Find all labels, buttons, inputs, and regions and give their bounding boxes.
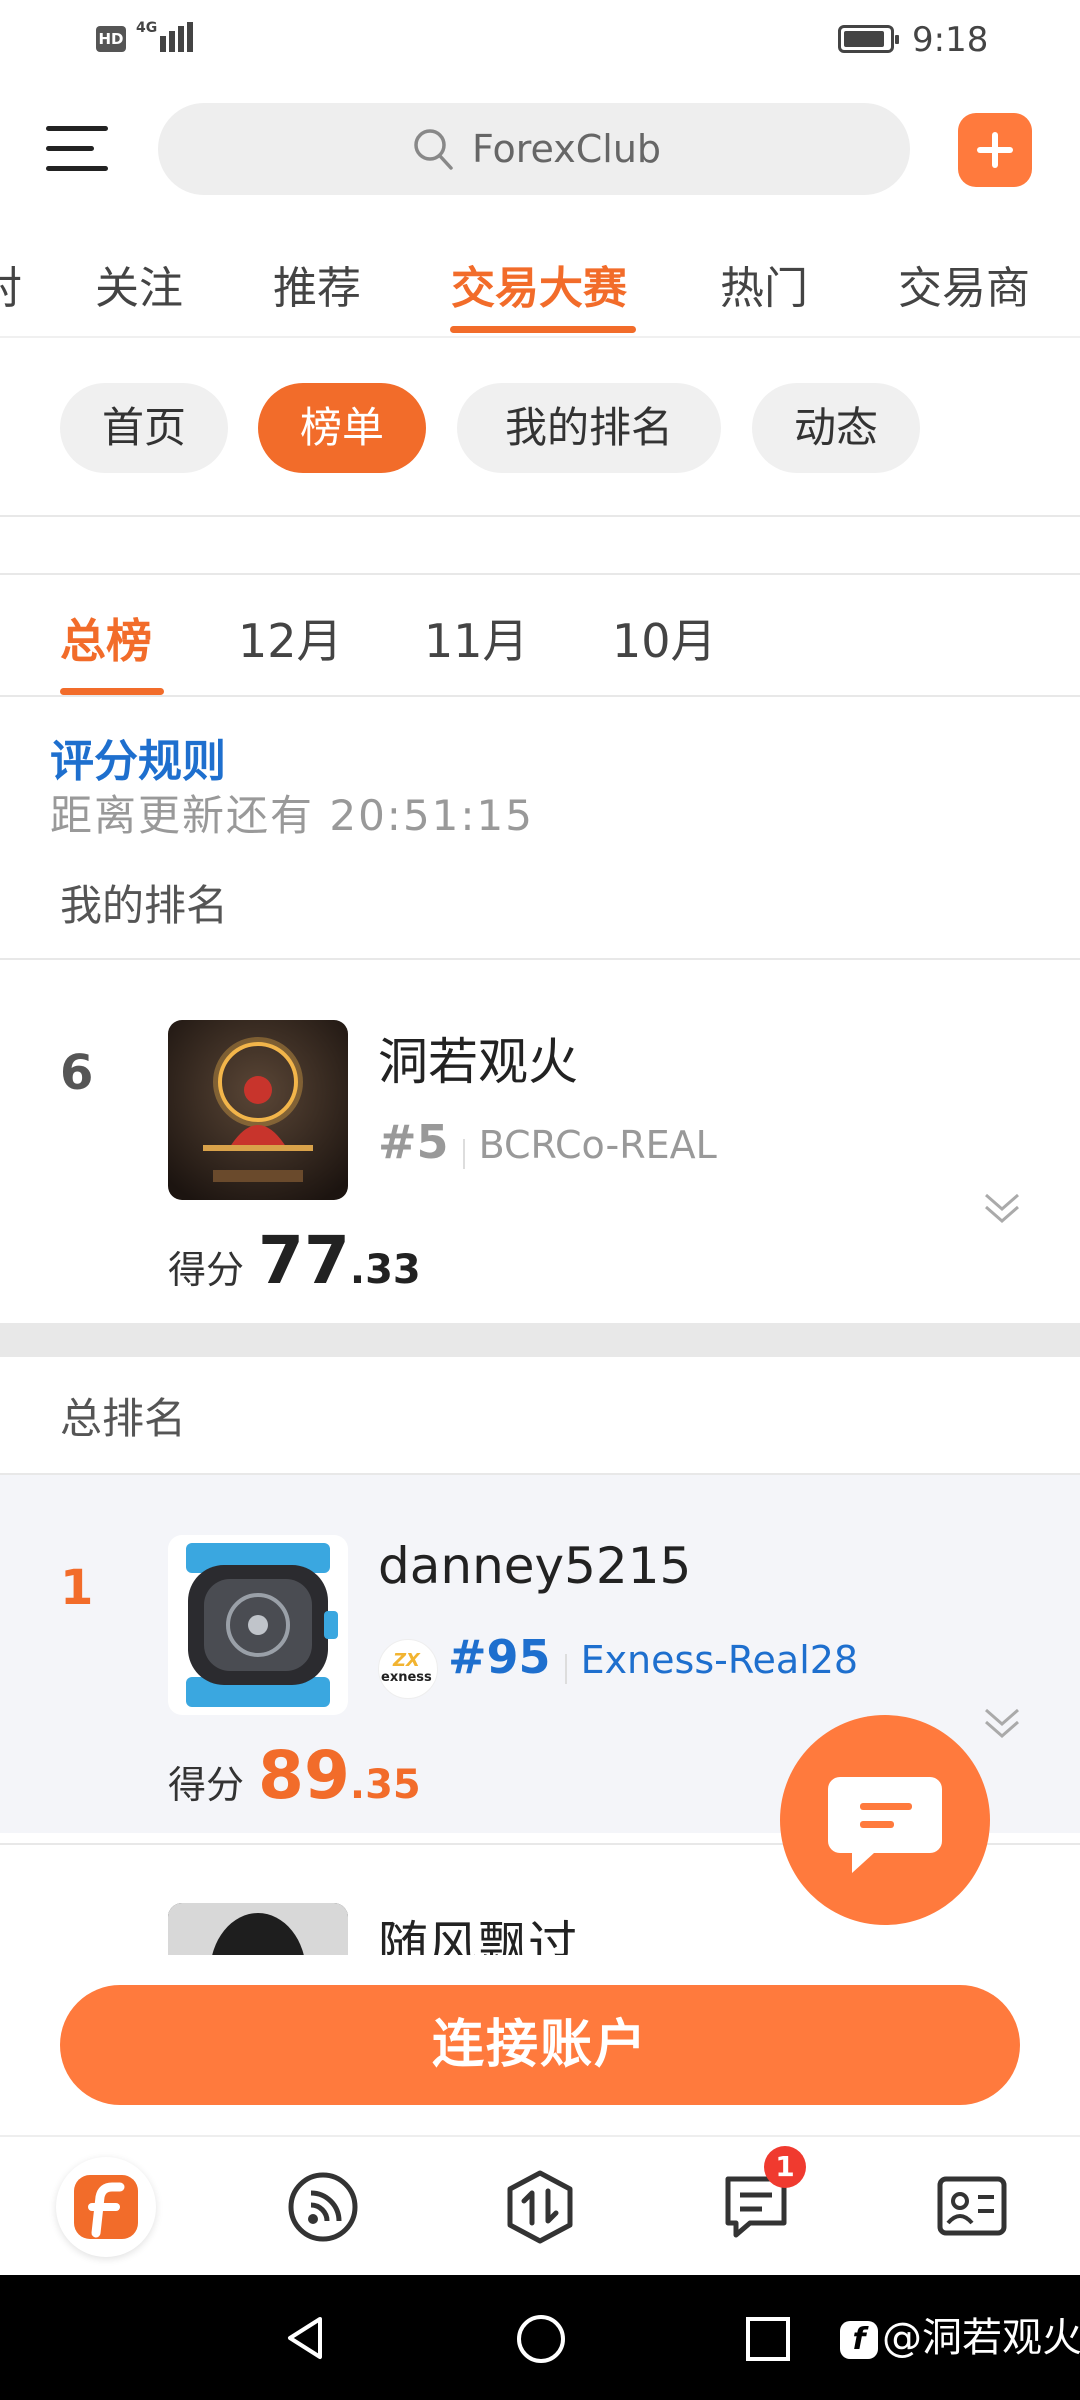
period-tab-overall[interactable]: 总榜 [60,605,152,671]
status-bar: HD 4G 9:18 [0,0,1080,80]
avatar [168,1535,348,1715]
score-decimal: .33 [349,1247,421,1293]
user-name: 洞若观火 [378,1033,578,1091]
score-decimal: .35 [349,1762,421,1808]
score-integer: 77 [258,1222,350,1299]
profile-card-icon[interactable] [932,2167,1012,2247]
account-name: BCRCo-REAL [478,1123,717,1167]
system-nav-bar: f @洞若观火 [0,2275,1080,2400]
tab-recommend[interactable]: 推荐 [273,252,361,316]
rank-number: 6 [60,1045,94,1101]
menu-icon[interactable] [46,120,110,176]
scoring-rules-link[interactable]: 评分规则 [50,725,226,789]
forexclub-logo-icon: f [840,2321,878,2359]
chat-button[interactable] [780,1715,990,1925]
tab-home[interactable] [56,2157,156,2257]
signal-icon [160,22,196,52]
score-label: 得分 [168,1763,245,1807]
back-icon[interactable] [280,2313,330,2363]
score-label: 得分 [168,1248,245,1292]
chevron-down-icon[interactable] [980,1185,1024,1229]
divider [0,695,1080,697]
period-tab-oct[interactable]: 10月 [612,605,717,671]
broker-logo: ZX exness [378,1638,438,1699]
hd-indicator: HD [96,26,126,52]
update-countdown: 距离更新还有 20:51:15 [50,791,534,840]
subtab-leaderboard[interactable]: 榜单 [258,383,426,473]
chat-icon [828,1777,942,1873]
network-type: 4G [136,20,158,36]
tab-brokers[interactable]: 交易商 [898,252,1030,316]
tab-partial-prev[interactable]: 对 [0,252,22,316]
tab-hot[interactable]: 热门 [720,252,808,316]
subtab-home[interactable]: 首页 [60,383,228,473]
trader-rank: #5 [378,1115,449,1169]
search-bar[interactable]: ForexClub [158,103,910,195]
score: 得分 77.33 [168,1222,421,1299]
avatar [168,1903,348,1955]
connect-account-button[interactable]: 连接账户 [60,1985,1020,2105]
subtab-activity[interactable]: 动态 [752,383,920,473]
period-tab-indicator [60,688,164,695]
trade-icon[interactable] [500,2167,580,2247]
score-integer: 89 [258,1737,350,1814]
overall-rank-heading: 总排名 [60,1394,187,1443]
user-name: 随风飘过 [378,1916,578,1955]
feed-icon[interactable] [283,2167,363,2247]
home-icon[interactable] [515,2313,567,2365]
tab-follow[interactable]: 关注 [95,252,183,316]
messages-badge: 1 [764,2146,806,2188]
bottom-tab-bar [0,2135,1080,2275]
recents-icon[interactable] [744,2315,792,2363]
forexclub-logo-icon [74,2175,138,2239]
rank-number: 1 [60,1560,94,1616]
trader-meta: ZX exness #95 Exness-Real28 [378,1630,859,1699]
divider [0,573,1080,575]
account-name: Exness-Real28 [580,1638,859,1682]
subtab-my-rank[interactable]: 我的排名 [457,383,721,473]
connect-bar: 连接账户 [0,1955,1080,2135]
trader-rank: #95 [448,1630,551,1684]
user-name: danney5215 [378,1537,692,1595]
period-tab-nov[interactable]: 11月 [424,605,529,671]
divider [0,515,1080,517]
active-tab-indicator [450,326,636,333]
period-tab-dec[interactable]: 12月 [238,605,343,671]
battery-icon [838,25,899,53]
top-nav: 对 关注 推荐 交易大赛 热门 交易商 [0,240,1080,338]
score: 得分 89.35 [168,1737,421,1814]
my-rank-heading: 我的排名 [60,881,229,930]
watermark: f @洞若观火 [840,2305,1080,2363]
search-icon [414,129,453,170]
tab-trading-contest[interactable]: 交易大赛 [451,252,627,316]
section-separator [0,1323,1080,1357]
avatar [168,1020,348,1200]
search-placeholder: ForexClub [472,127,662,171]
my-rank-card[interactable]: 6 洞若观火 #5 BCRCo-REAL 得分 77.33 [0,960,1080,1318]
trader-meta: #5 BCRCo-REAL [378,1115,717,1175]
add-button[interactable] [958,113,1032,187]
clock: 9:18 [912,20,989,60]
